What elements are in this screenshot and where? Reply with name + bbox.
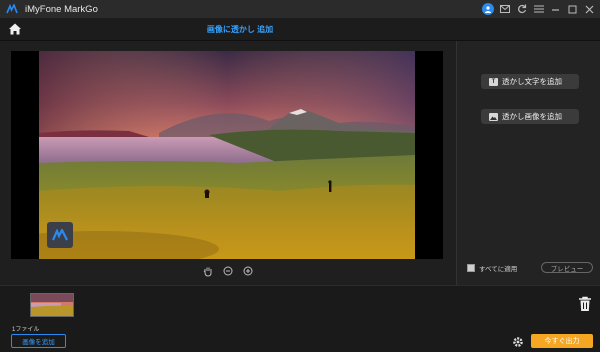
thumbnail-strip: 1ファイル (0, 285, 600, 333)
user-icon[interactable] (482, 3, 494, 15)
app-title: iMyFone MarkGo (25, 3, 98, 15)
refresh-icon[interactable] (515, 3, 528, 16)
watermark-panel: T 透かし文字を追加 透かし画像を追加 すべてに適用 プレビュー (456, 41, 600, 285)
title-bar: iMyFone MarkGo (0, 0, 600, 18)
add-image-button[interactable]: 画像を追加 (11, 334, 66, 348)
zoom-in-icon[interactable] (242, 265, 254, 277)
add-image-watermark-button[interactable]: 透かし画像を追加 (481, 109, 579, 124)
apply-all-option[interactable]: すべてに適用 (467, 263, 517, 273)
close-icon[interactable] (583, 3, 596, 16)
home-icon[interactable] (8, 22, 22, 36)
apply-all-label: すべてに適用 (479, 266, 518, 273)
menu-icon[interactable] (532, 3, 545, 16)
app-logo-icon (5, 3, 19, 15)
trash-icon[interactable] (578, 296, 592, 312)
zoom-controls (0, 265, 456, 277)
add-text-watermark-label: 透かし文字を追加 (502, 77, 562, 86)
minimize-icon[interactable] (549, 3, 562, 16)
gear-icon[interactable] (512, 335, 524, 347)
image-icon (489, 112, 498, 121)
hand-icon[interactable] (202, 265, 214, 277)
preview-area (0, 41, 456, 285)
watermark-logo-icon[interactable] (47, 222, 73, 248)
image-preview[interactable] (11, 51, 443, 259)
landscape-photo (39, 51, 415, 259)
maximize-icon[interactable] (566, 3, 579, 16)
export-button[interactable]: 今すぐ出力 (531, 334, 593, 348)
image-thumbnail[interactable] (30, 293, 74, 317)
preview-button[interactable]: プレビュー (541, 262, 593, 273)
mail-icon[interactable] (498, 3, 511, 16)
add-image-watermark-label: 透かし画像を追加 (502, 112, 562, 121)
apply-all-checkbox[interactable] (467, 264, 475, 272)
page-title: 画像に透かし 追加 (206, 25, 274, 34)
bottom-bar: 画像を追加 今すぐ出力 (0, 331, 600, 352)
text-icon: T (489, 77, 498, 86)
add-text-watermark-button[interactable]: T 透かし文字を追加 (481, 74, 579, 89)
zoom-out-icon[interactable] (222, 265, 234, 277)
toolbar: 画像に透かし 追加 (0, 18, 600, 41)
